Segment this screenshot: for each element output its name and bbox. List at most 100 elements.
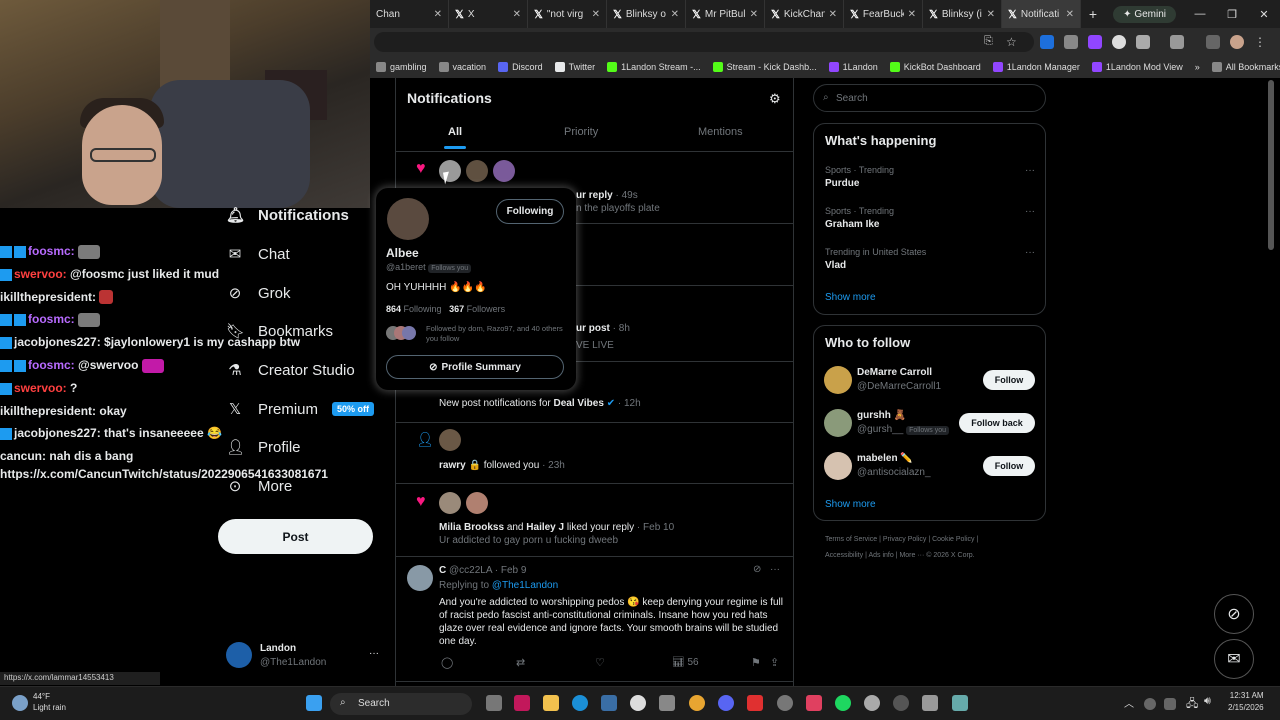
notification-username[interactable]: Milia Brookss — [439, 522, 504, 533]
follow-button[interactable]: Follow — [983, 370, 1035, 390]
views-stat[interactable]: 📊︎ 56 — [672, 657, 699, 668]
address-bar[interactable] — [374, 32, 1034, 52]
extension-icon[interactable] — [1040, 35, 1054, 49]
grok-icon[interactable]: ⊘ — [753, 564, 761, 575]
following-button[interactable]: Following — [496, 199, 564, 224]
weather-icon[interactable] — [12, 695, 28, 711]
nav-profile[interactable]: 👤︎ Profile — [226, 438, 301, 457]
browser-tab-active[interactable]: 𝕏 Notificati ✕ — [1002, 0, 1081, 28]
search-input[interactable]: ⌕ Search — [813, 84, 1046, 112]
app-icon[interactable] — [747, 695, 763, 711]
bookmarks-overflow-icon[interactable]: » — [1189, 62, 1206, 72]
tray-chevron-icon[interactable]: ︿ — [1124, 695, 1134, 710]
close-window-button[interactable]: ✕ — [1248, 8, 1280, 21]
profile-name[interactable]: Albee — [386, 246, 419, 260]
bookmark-item[interactable]: Twitter — [549, 62, 602, 72]
close-tab-icon[interactable]: ✕ — [750, 9, 758, 20]
close-tab-icon[interactable]: ✕ — [908, 9, 916, 20]
profile-handle[interactable]: @a1beret — [386, 262, 426, 272]
taskbar-clock[interactable]: 12:31 AM 2/15/2026 — [1228, 691, 1264, 712]
close-tab-icon[interactable]: ✕ — [671, 9, 679, 20]
suggestion-handle[interactable]: @antisocialazn_ — [857, 467, 931, 478]
followed-by-text[interactable]: Followed by dom, Razo97, and 40 others y… — [426, 324, 566, 344]
app-icon[interactable] — [922, 695, 938, 711]
extension-icon[interactable] — [1064, 35, 1078, 49]
bookmark-item[interactable]: 1Landon Stream -... — [601, 62, 707, 72]
bookmark-item[interactable]: Stream - Kick Dashb... — [707, 62, 823, 72]
maximize-button[interactable]: ❐ — [1216, 8, 1248, 21]
app-icon[interactable] — [777, 695, 793, 711]
trend-name[interactable]: Graham Ike — [825, 219, 879, 230]
tab-priority[interactable]: Priority — [564, 126, 598, 138]
show-more-link[interactable]: Show more — [825, 292, 876, 303]
user-avatar[interactable] — [439, 492, 461, 514]
post-button[interactable]: Post — [218, 519, 373, 554]
grok-fab-button[interactable]: ⊘ — [1214, 594, 1254, 634]
nav-creator-studio[interactable]: ⚗ Creator Studio — [226, 361, 354, 380]
like-icon[interactable]: ♡ — [595, 656, 605, 669]
edge-icon[interactable] — [572, 695, 588, 711]
trend-name[interactable]: Vlad — [825, 260, 846, 271]
profile-avatar[interactable] — [387, 198, 429, 240]
footer-links[interactable]: Accessibility | Ads info | More ··· © 20… — [825, 552, 975, 559]
store-icon[interactable] — [601, 695, 617, 711]
suggestion-handle[interactable]: @DeMarreCarroll1 — [857, 381, 941, 392]
suggestion-name[interactable]: gurshh 🧸 — [857, 410, 906, 421]
downloads-icon[interactable] — [1206, 35, 1220, 49]
nav-chat[interactable]: ✉ Chat — [226, 245, 290, 264]
browser-tab[interactable]: 𝕏 KickChan ✕ — [765, 0, 844, 28]
following-count[interactable]: 864 — [386, 304, 401, 314]
taskbar-search[interactable]: ⌕ Search — [330, 693, 472, 715]
post-author-handle[interactable]: @cc22LA — [449, 565, 492, 576]
more-dots-icon[interactable]: ··· — [1025, 247, 1035, 258]
install-app-icon[interactable]: ⎘ — [984, 35, 998, 49]
follow-button[interactable]: Follow — [983, 456, 1035, 476]
user-avatar[interactable] — [439, 429, 461, 451]
close-tab-icon[interactable]: ✕ — [592, 9, 600, 20]
follow-back-button[interactable]: Follow back — [959, 413, 1035, 433]
chrome-icon[interactable] — [689, 695, 705, 711]
nav-grok[interactable]: ⊘ Grok — [226, 284, 291, 303]
network-icon[interactable]: 🖧︎ — [1186, 695, 1198, 714]
close-tab-icon[interactable]: ✕ — [987, 9, 995, 20]
replying-to-handle[interactable]: @The1Landon — [492, 580, 558, 591]
menu-kebab-icon[interactable]: ⋮ — [1254, 35, 1268, 49]
show-more-link[interactable]: Show more — [825, 499, 876, 510]
app-icon[interactable] — [514, 695, 530, 711]
suggestion-name[interactable]: DeMarre Carroll — [857, 367, 932, 378]
more-dots-icon[interactable]: ··· — [1025, 206, 1035, 217]
notification-username[interactable]: Hailey J — [526, 522, 564, 533]
bookmark-item[interactable]: Discord — [492, 62, 549, 72]
bookmark-icon[interactable]: ⚑ — [751, 656, 761, 669]
file-explorer-icon[interactable] — [543, 695, 559, 711]
bookmark-item[interactable]: gambling — [370, 62, 433, 72]
more-dots-icon[interactable]: ··· — [369, 648, 379, 659]
browser-tab[interactable]: 𝕏 FearBuck ✕ — [844, 0, 923, 28]
browser-tab[interactable]: 𝕏 Blinksy (i ✕ — [923, 0, 1002, 28]
all-bookmarks[interactable]: All Bookmarks — [1206, 62, 1280, 72]
volume-icon[interactable]: 🔊︎ — [1204, 695, 1211, 708]
profile-avatar-icon[interactable] — [1230, 35, 1244, 49]
more-dots-icon[interactable]: ··· — [770, 564, 780, 575]
app-icon[interactable] — [864, 695, 880, 711]
nav-bookmarks[interactable]: 🔖︎ Bookmarks — [226, 322, 333, 341]
tray-icon[interactable] — [1164, 698, 1176, 710]
suggestion-name[interactable]: mabelen ✏️ — [857, 453, 913, 464]
app-icon[interactable] — [952, 695, 968, 711]
settings-icon[interactable] — [659, 695, 675, 711]
browser-tab[interactable]: 𝕏 Blinksy o ✕ — [607, 0, 686, 28]
browser-tab[interactable]: 𝕏 X ✕ — [449, 0, 528, 28]
sidebar-icon[interactable] — [1170, 35, 1184, 49]
minimize-button[interactable]: — — [1184, 8, 1216, 20]
task-view-icon[interactable] — [486, 695, 502, 711]
more-dots-icon[interactable]: ··· — [1025, 165, 1035, 176]
user-avatar[interactable] — [824, 452, 852, 480]
close-tab-icon[interactable]: ✕ — [513, 9, 521, 20]
discord-icon[interactable] — [718, 695, 734, 711]
bookmark-item[interactable]: 1Landon — [823, 62, 884, 72]
close-tab-icon[interactable]: ✕ — [1066, 9, 1074, 20]
spotify-icon[interactable] — [835, 695, 851, 711]
app-icon[interactable] — [893, 695, 909, 711]
trend-name[interactable]: Purdue — [825, 178, 859, 189]
suggestion-handle[interactable]: @gursh__ — [857, 424, 903, 435]
